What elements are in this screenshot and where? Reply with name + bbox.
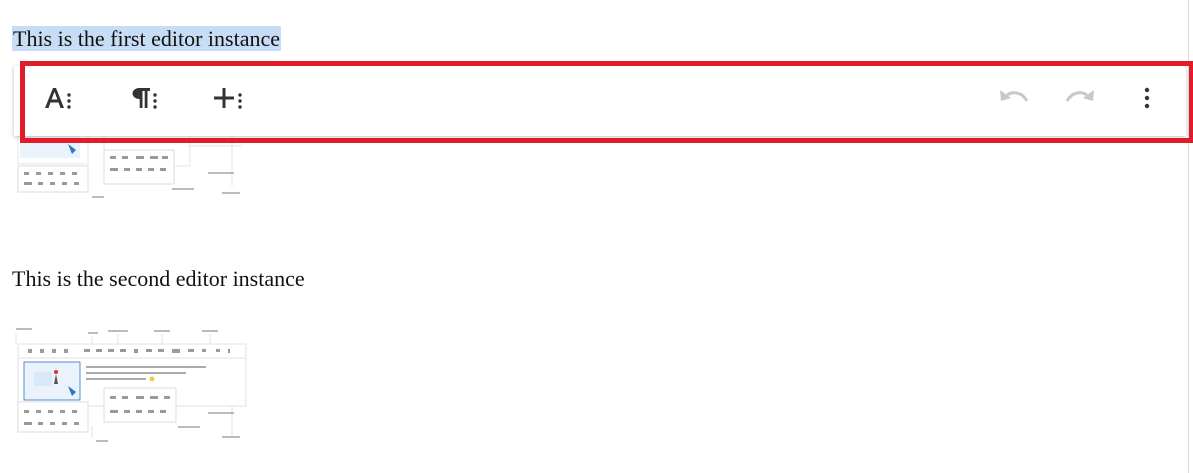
editor-1-text[interactable]: This is the first editor instance — [12, 26, 281, 51]
toolbar-highlight-frame — [20, 61, 1193, 143]
editor-2-image[interactable] — [12, 326, 252, 446]
editor-1-paragraph[interactable]: This is the first editor instance — [12, 26, 281, 52]
diagram-thumbnail — [15, 328, 247, 442]
editor-2-paragraph[interactable]: This is the second editor instance — [12, 266, 305, 292]
editor-2-text[interactable]: This is the second editor instance — [12, 266, 305, 291]
